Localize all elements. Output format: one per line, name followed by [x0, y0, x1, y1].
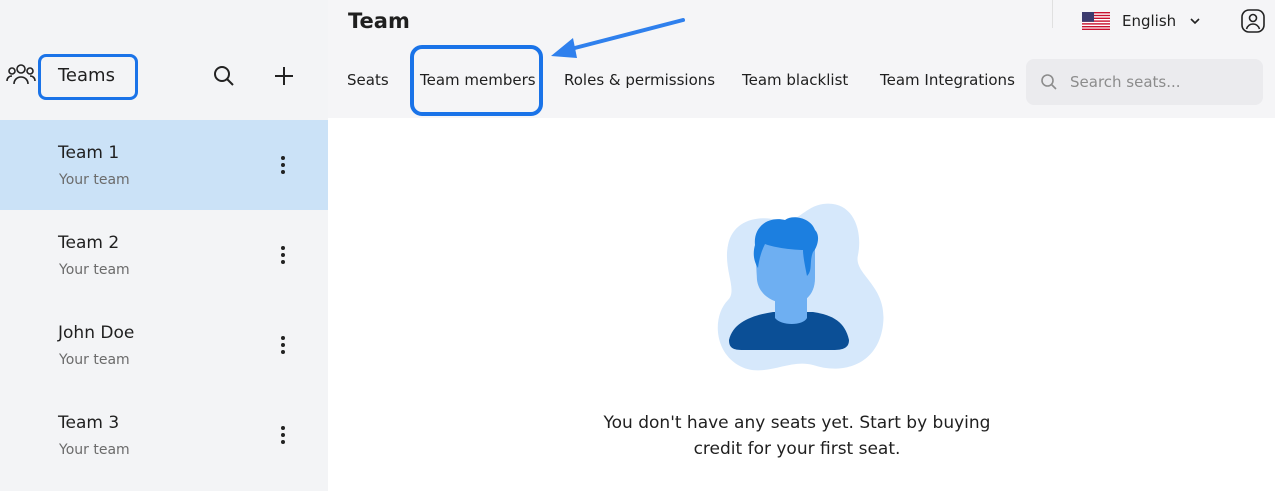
- people-group-icon: [6, 64, 36, 85]
- search-icon: [1041, 74, 1057, 90]
- empty-state: You don't have any seats yet. Start by b…: [328, 118, 1275, 491]
- team-name: Team 1: [58, 143, 120, 163]
- team-name: Team 3: [58, 413, 120, 433]
- team-list-item[interactable]: Team 3 Your team: [0, 390, 328, 480]
- tab-team-members[interactable]: Team members: [420, 71, 536, 89]
- top-bar: Team English Seats Team members Roles & …: [328, 0, 1275, 118]
- empty-state-line-1: You don't have any seats yet. Start by b…: [603, 413, 991, 433]
- kebab-menu-icon[interactable]: [272, 333, 294, 357]
- team-name: John Doe: [58, 323, 135, 343]
- tab-team-blacklist[interactable]: Team blacklist: [742, 71, 848, 89]
- search-icon[interactable]: [210, 62, 238, 90]
- team-list-item[interactable]: Team 1 Your team: [0, 120, 328, 210]
- team-name: Team 2: [58, 233, 120, 253]
- tab-bar: Seats Team members Roles & permissions T…: [328, 45, 1028, 116]
- team-subtitle: Your team: [59, 172, 130, 188]
- kebab-menu-icon[interactable]: [272, 243, 294, 267]
- sidebar: Teams Team 1 Your team Team 2 Your team …: [0, 0, 328, 491]
- team-subtitle: Your team: [59, 442, 130, 458]
- chevron-down-icon: [1190, 18, 1200, 25]
- team-list: Team 1 Your team Team 2 Your team John D…: [0, 120, 328, 480]
- annotation-arrow: [551, 18, 685, 58]
- divider: [1052, 0, 1053, 28]
- language-label: English: [1122, 12, 1177, 30]
- team-subtitle: Your team: [59, 352, 130, 368]
- tab-roles-permissions[interactable]: Roles & permissions: [564, 71, 715, 89]
- page-title: Team: [348, 9, 410, 33]
- user-account-icon[interactable]: [1240, 8, 1266, 34]
- team-subtitle: Your team: [59, 262, 130, 278]
- plus-icon[interactable]: [270, 62, 298, 90]
- person-illustration-icon: [717, 203, 884, 371]
- sidebar-title: Teams: [58, 65, 115, 86]
- search-input[interactable]: [1070, 73, 1250, 91]
- kebab-menu-icon[interactable]: [272, 423, 294, 447]
- empty-state-message: You don't have any seats yet. Start by b…: [558, 410, 1036, 462]
- us-flag-icon: [1082, 12, 1110, 30]
- language-selector[interactable]: English: [1082, 8, 1202, 34]
- sidebar-header: Teams: [0, 48, 328, 106]
- empty-state-line-2: credit for your first seat.: [693, 439, 901, 459]
- tab-team-integrations[interactable]: Team Integrations: [880, 71, 1015, 89]
- tab-seats[interactable]: Seats: [347, 71, 389, 89]
- search-seats-field[interactable]: [1026, 59, 1263, 105]
- team-list-item[interactable]: Team 2 Your team: [0, 210, 328, 300]
- kebab-menu-icon[interactable]: [272, 153, 294, 177]
- team-list-item[interactable]: John Doe Your team: [0, 300, 328, 390]
